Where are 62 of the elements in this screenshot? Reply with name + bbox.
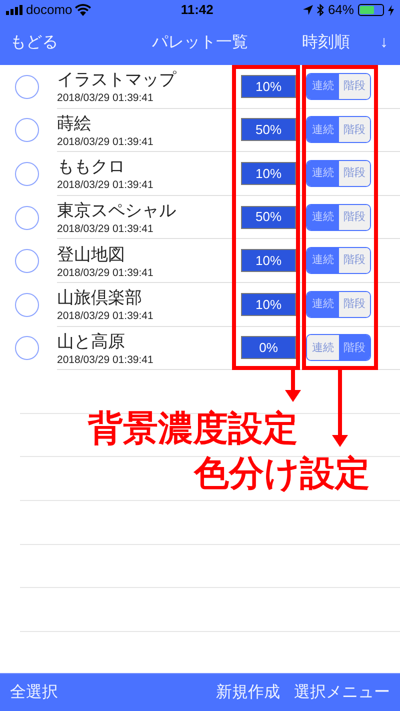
select-radio[interactable] [15, 336, 39, 360]
select-radio[interactable] [15, 118, 39, 142]
arrow-icon [285, 370, 301, 402]
arrow-icon [332, 370, 348, 447]
density-button[interactable]: 50% [241, 118, 296, 142]
select-radio[interactable] [15, 206, 39, 230]
mode-segment[interactable]: 連続 [307, 117, 338, 142]
mode-segment[interactable]: 連続 [307, 204, 338, 230]
bluetooth-icon [316, 4, 324, 16]
palette-date: 2018/03/29 01:39:41 [57, 309, 154, 324]
location-arrow-icon [302, 5, 313, 15]
charging-bolt-icon [388, 4, 394, 16]
density-button[interactable]: 10% [241, 249, 296, 272]
density-button[interactable]: 10% [241, 292, 296, 316]
battery-icon [358, 4, 384, 16]
palette-name: ももクロ [57, 156, 126, 178]
mode-segment[interactable]: 階段 [338, 204, 370, 230]
annotation-label: 色分け設定 [194, 453, 370, 495]
mode-segment[interactable]: 階段 [338, 292, 370, 317]
density-button[interactable]: 50% [241, 206, 296, 229]
clock-time: 11:42 [180, 1, 214, 20]
carrier-name: docomo [26, 1, 72, 20]
palette-name: 山と高原 [57, 330, 126, 353]
select-radio[interactable] [15, 249, 39, 274]
battery-percent: 64% [328, 1, 354, 20]
palette-date: 2018/03/29 01:39:41 [57, 134, 154, 149]
mode-segment[interactable]: 階段 [338, 248, 370, 274]
sort-button[interactable]: 時刻順 [280, 30, 350, 54]
mode-segment[interactable]: 階段 [338, 160, 370, 186]
palette-date: 2018/03/29 01:39:41 [57, 222, 154, 236]
select-radio[interactable] [15, 162, 39, 186]
palette-date: 2018/03/29 01:39:41 [57, 91, 154, 106]
mode-segment[interactable]: 連続 [307, 335, 338, 360]
select-radio[interactable] [15, 292, 39, 317]
new-button[interactable]: 新規作成 [216, 680, 280, 704]
screen-title: パレット一覧 [151, 32, 249, 52]
palette-date: 2018/03/29 01:39:41 [57, 266, 154, 280]
density-button[interactable]: 10% [241, 74, 296, 98]
palette-name: 山旅倶楽部 [57, 287, 143, 310]
wifi-icon [75, 4, 92, 16]
selection-menu-button[interactable]: 選択メニュー [294, 680, 390, 704]
palette-name: 東京スペシャル [57, 200, 177, 222]
annotation-label: 背景濃度設定 [88, 408, 298, 450]
mode-segment[interactable]: 連続 [307, 74, 338, 99]
back-button[interactable]: もどる [10, 30, 120, 54]
palette-name: イラストマップ [57, 69, 178, 92]
palette-name: 蒔絵 [57, 112, 92, 135]
palette-date: 2018/03/29 01:39:41 [57, 352, 154, 367]
mode-segment[interactable]: 階段 [338, 335, 370, 360]
palette-date: 2018/03/29 01:39:41 [57, 178, 154, 192]
mode-segment[interactable]: 階段 [338, 117, 370, 142]
mode-segment[interactable]: 連続 [307, 248, 338, 274]
sort-direction-button[interactable]: ↓ [350, 30, 390, 54]
palette-name: 登山地図 [57, 244, 126, 266]
mode-segment[interactable]: 連続 [307, 160, 338, 186]
select-all-button[interactable]: 全選択 [10, 680, 58, 704]
mode-segment[interactable]: 連続 [307, 292, 338, 317]
density-button[interactable]: 0% [241, 336, 296, 360]
select-radio[interactable] [15, 74, 39, 99]
mode-segment[interactable]: 階段 [338, 74, 370, 99]
density-button[interactable]: 10% [241, 162, 296, 185]
signal-icon [6, 5, 23, 15]
